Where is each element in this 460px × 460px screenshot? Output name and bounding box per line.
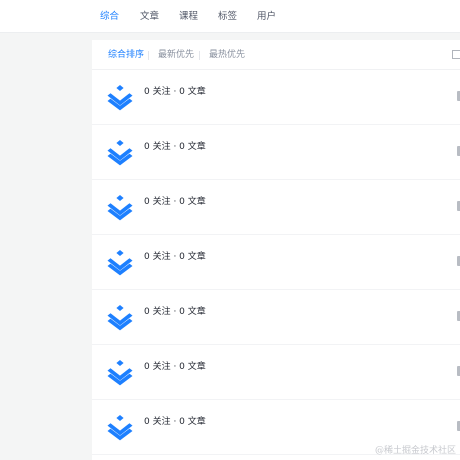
juejin-logo-icon [107, 360, 133, 386]
results-panel: 综合排序 最新优先 最热优先 0 关注 · 0 文章 0 关注 · 0 文章 0… [92, 40, 460, 460]
list-item[interactable]: 0 关注 · 0 文章 [92, 290, 460, 345]
list-item[interactable]: 0 关注 · 0 文章 [92, 125, 460, 180]
watermark: @稀土掘金技术社区 [374, 446, 456, 456]
list-item[interactable]: 0 关注 · 0 文章 [92, 235, 460, 290]
juejin-logo-icon [107, 140, 133, 166]
juejin-logo-icon [107, 250, 133, 276]
stats-text: 0 关注 · 0 文章 [144, 252, 206, 262]
tab-users[interactable]: 用户 [257, 0, 276, 33]
stats-text: 0 关注 · 0 文章 [144, 417, 206, 427]
tab-articles[interactable]: 文章 [140, 0, 159, 33]
juejin-logo-icon [107, 415, 133, 441]
stats-text: 0 关注 · 0 文章 [144, 307, 206, 317]
juejin-logo-icon [107, 85, 133, 111]
stats-text: 0 关注 · 0 文章 [144, 362, 206, 372]
stats-text: 0 关注 · 0 文章 [144, 197, 206, 207]
stats-text: 0 关注 · 0 文章 [144, 87, 206, 97]
list-item[interactable]: 0 关注 · 0 文章 [92, 70, 460, 125]
sort-divider [199, 51, 200, 60]
tab-courses[interactable]: 课程 [179, 0, 198, 33]
sort-divider [148, 51, 149, 60]
list-item[interactable]: 0 关注 · 0 文章 [92, 345, 460, 400]
sort-bar: 综合排序 最新优先 最热优先 [92, 40, 460, 70]
tab-tags[interactable]: 标签 [218, 0, 237, 33]
juejin-logo-icon [107, 305, 133, 331]
list-item[interactable]: 0 关注 · 0 文章 [92, 180, 460, 235]
result-list: 0 关注 · 0 文章 0 关注 · 0 文章 0 关注 · 0 文章 0 关注… [92, 70, 460, 455]
top-nav: 综合 文章 课程 标签 用户 [0, 0, 460, 33]
juejin-logo-icon [107, 195, 133, 221]
sort-hottest[interactable]: 最热优先 [209, 40, 245, 70]
stats-text: 0 关注 · 0 文章 [144, 142, 206, 152]
layout-toggle-icon[interactable] [452, 50, 460, 59]
sort-comprehensive[interactable]: 综合排序 [108, 40, 144, 70]
tab-comprehensive[interactable]: 综合 [100, 0, 119, 33]
sort-newest[interactable]: 最新优先 [158, 40, 194, 70]
